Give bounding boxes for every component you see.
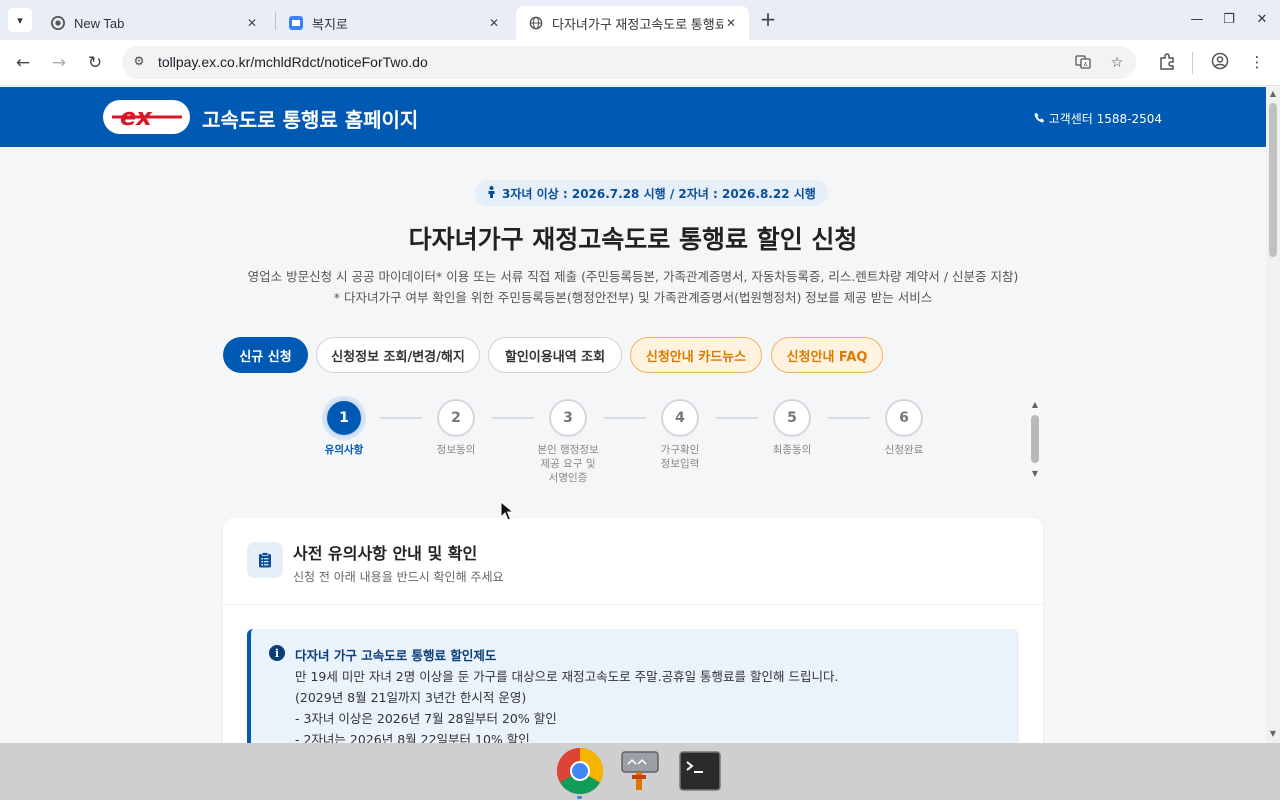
- step-2: 2 정보동의: [411, 399, 501, 457]
- bokjiro-icon: [288, 15, 304, 31]
- step-1: 1 유의사항: [299, 399, 389, 457]
- step-number: 1: [325, 399, 363, 437]
- new-tab-button[interactable]: +: [758, 9, 778, 30]
- step-number: 4: [661, 399, 699, 437]
- card-title: 사전 유의사항 안내 및 확인: [293, 544, 478, 563]
- browser-toolbar: ← → ↻ ⚙ tollpay.ex.co.kr/mchldRdct/notic…: [0, 40, 1280, 86]
- ex-logo[interactable]: ex: [103, 100, 190, 134]
- precaution-card: 사전 유의사항 안내 및 확인 신청 전 아래 내용을 반드시 확인해 주세요 …: [223, 518, 1043, 743]
- close-icon[interactable]: ✕: [244, 15, 260, 31]
- step-number: 3: [549, 399, 587, 437]
- tab-active-toll[interactable]: 다자녀가구 재정고속도로 통행료 ✕: [516, 6, 749, 40]
- step-label: 본인 행정정보 제공 요구 및 서명인증: [537, 444, 599, 484]
- step-label: 가구확인 정보입력: [660, 444, 700, 470]
- step-label: 최종동의: [772, 444, 812, 456]
- menu-kebab-icon[interactable]: ⋮: [1247, 52, 1267, 72]
- close-icon[interactable]: ✕: [723, 15, 739, 31]
- step-number: 5: [773, 399, 811, 437]
- description-line-2: * 다자녀가구 여부 확인을 위한 주민등록등본(행정안전부) 및 가족관계증명…: [333, 290, 933, 305]
- step-number: 2: [437, 399, 475, 437]
- running-indicator: [577, 796, 582, 799]
- card-subtitle: 신청 전 아래 내용을 반드시 확인해 주세요: [293, 570, 504, 584]
- phone-icon: [1034, 112, 1045, 126]
- tab-search-button[interactable]: ▾: [8, 8, 32, 32]
- site-info-icon[interactable]: ⚙: [131, 54, 147, 70]
- info-line: (2029년 8월 21일까지 3년간 한시적 운영): [295, 690, 527, 705]
- step-label: 정보동의: [436, 444, 476, 456]
- tab-discount-history[interactable]: 할인이용내역 조회: [488, 337, 622, 373]
- scroll-down-icon[interactable]: ▼: [1028, 469, 1042, 478]
- maximize-icon[interactable]: ❐: [1220, 11, 1238, 29]
- tab-inquiry-change-cancel[interactable]: 신청정보 조회/변경/해지: [316, 337, 480, 373]
- tab-new-application[interactable]: 신규 신청: [223, 337, 308, 373]
- info-box: i 다자녀 가구 고속도로 통행료 할인제도 만 19세 미만 자녀 2명 이상…: [247, 629, 1019, 743]
- package-installer-icon[interactable]: [616, 747, 664, 795]
- svg-text:ex: ex: [120, 104, 153, 130]
- tab-card-news[interactable]: 신청안내 카드뉴스: [630, 337, 762, 373]
- step-indicator: 1 유의사항 2 정보동의 3 본인 행정정보 제공 요구 및 서명인증 4 가…: [0, 399, 1266, 499]
- description-line-1: 영업소 방문신청 시 공공 마이데이터* 이용 또는 서류 직접 제출 (주민등…: [247, 269, 1019, 284]
- chrome-icon: [50, 15, 66, 31]
- scroll-up-icon[interactable]: ▲: [1028, 400, 1042, 409]
- tab-strip: ▾ New Tab ✕ 복지로 ✕ 다자녀가구 재정고속도로 통행료 ✕ + —…: [0, 0, 1280, 40]
- bookmark-star-icon[interactable]: ☆: [1108, 54, 1126, 72]
- notice-pill: 3자녀 이상 : 2026.7.28 시행 / 2자녀 : 2026.8.22 …: [475, 180, 828, 206]
- address-bar[interactable]: ⚙ tollpay.ex.co.kr/mchldRdct/noticeForTw…: [122, 46, 1136, 79]
- toolbar-divider: [1192, 52, 1193, 74]
- person-icon: [487, 185, 496, 201]
- back-icon[interactable]: ←: [11, 51, 35, 75]
- info-line: - 3자녀 이상은 2026년 7월 28일부터 20% 할인: [295, 711, 557, 726]
- page-viewport: ex 고속도로 통행료 홈페이지 고객센터 1588-2504 3자녀 이상 :…: [0, 87, 1266, 743]
- step-label: 신청완료: [884, 444, 924, 456]
- minimize-icon[interactable]: —: [1188, 11, 1206, 29]
- url-text[interactable]: tollpay.ex.co.kr/mchldRdct/noticeForTwo.…: [158, 54, 428, 70]
- tab-title: 복지로: [312, 16, 348, 32]
- step-5: 5 최종동의: [747, 399, 837, 457]
- reload-icon[interactable]: ↻: [83, 51, 107, 75]
- step-number: 6: [885, 399, 923, 437]
- tab-title: 다자녀가구 재정고속도로 통행료: [552, 16, 723, 32]
- tab-new-tab[interactable]: New Tab ✕: [38, 6, 270, 40]
- notice-pill-text: 3자녀 이상 : 2026.7.28 시행 / 2자녀 : 2026.8.22 …: [502, 186, 816, 201]
- forward-icon[interactable]: →: [47, 51, 71, 75]
- profile-icon[interactable]: [1210, 52, 1230, 72]
- scroll-up-icon[interactable]: ▲: [1269, 89, 1277, 98]
- step-3: 3 본인 행정정보 제공 요구 및 서명인증: [523, 399, 613, 485]
- terminal-icon[interactable]: [676, 747, 724, 795]
- scroll-down-icon[interactable]: ▼: [1269, 729, 1277, 738]
- info-line: 만 19세 미만 자녀 2명 이상을 둔 가구를 대상으로 재정고속도로 주말.…: [295, 669, 839, 684]
- taskbar-dock: [0, 743, 1280, 800]
- site-header: ex 고속도로 통행료 홈페이지 고객센터 1588-2504: [0, 87, 1266, 147]
- globe-icon: [528, 15, 544, 31]
- site-title[interactable]: 고속도로 통행료 홈페이지: [202, 104, 418, 133]
- info-icon: i: [269, 645, 285, 661]
- translate-icon[interactable]: A: [1074, 54, 1092, 72]
- scroll-thumb[interactable]: [1031, 415, 1039, 463]
- steps-scrollbar[interactable]: ▲ ▼: [1028, 399, 1042, 483]
- extensions-icon[interactable]: [1157, 52, 1177, 72]
- call-center-text: 고객센터 1588-2504: [1048, 112, 1162, 126]
- window-close-icon[interactable]: ✕: [1253, 11, 1271, 29]
- card-divider: [223, 604, 1043, 605]
- call-center: 고객센터 1588-2504: [1034, 110, 1162, 127]
- page-scrollbar[interactable]: ▲ ▼: [1266, 87, 1280, 743]
- chevron-down-icon: ▾: [17, 13, 23, 27]
- info-line: - 2자녀는 2026년 8월 22일부터 10% 할인: [295, 732, 530, 743]
- step-4: 4 가구확인 정보입력: [635, 399, 725, 471]
- chrome-icon[interactable]: [556, 747, 604, 795]
- page-scroll-thumb[interactable]: [1269, 103, 1277, 257]
- tab-faq[interactable]: 신청안내 FAQ: [771, 337, 883, 373]
- tab-bokjiro[interactable]: 복지로 ✕: [276, 6, 512, 40]
- page-title: 다자녀가구 재정고속도로 통행료 할인 신청: [408, 225, 858, 254]
- tab-title: New Tab: [74, 15, 125, 31]
- step-label: 유의사항: [324, 444, 364, 456]
- info-title: 다자녀 가구 고속도로 통행료 할인제도: [295, 648, 497, 663]
- clipboard-icon: [247, 542, 283, 578]
- mouse-cursor-icon: [500, 501, 514, 521]
- step-6: 6 신청완료: [859, 399, 949, 457]
- close-icon[interactable]: ✕: [486, 15, 502, 31]
